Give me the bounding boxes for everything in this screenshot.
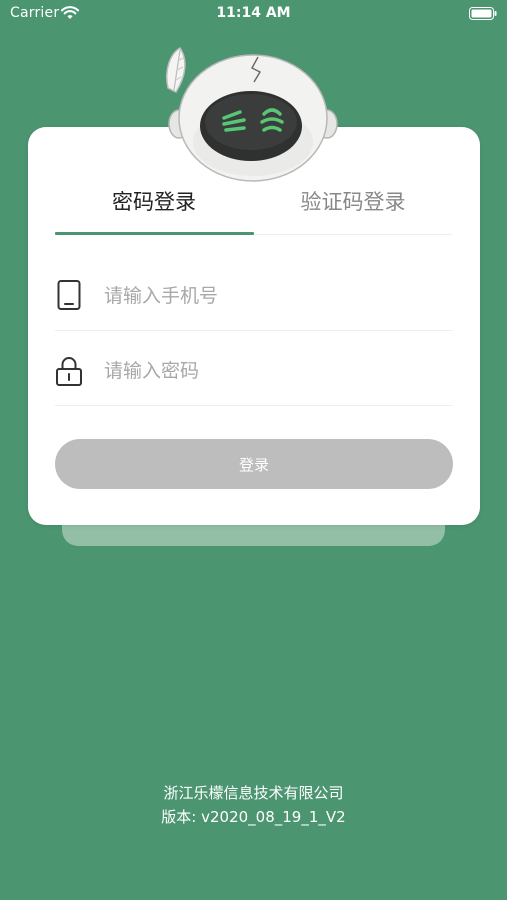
lock-icon bbox=[56, 357, 82, 386]
clock: 11:14 AM bbox=[216, 5, 291, 21]
phone-input[interactable] bbox=[104, 282, 444, 310]
company-name: 浙江乐檬信息技术有限公司 bbox=[163, 784, 344, 802]
version-label: 版本: v2020_08_19_1_V2 bbox=[161, 808, 346, 826]
phone-field bbox=[55, 266, 453, 331]
status-bar: Carrier 11:14 AM bbox=[0, 0, 507, 28]
tab-active-indicator bbox=[55, 232, 254, 235]
phone-icon bbox=[57, 280, 81, 310]
password-field bbox=[55, 341, 453, 406]
login-button[interactable]: 登录 bbox=[55, 439, 453, 489]
tab-code-login[interactable]: 验证码登录 bbox=[253, 186, 453, 216]
tab-password-login[interactable]: 密码登录 bbox=[54, 186, 254, 216]
password-input[interactable] bbox=[104, 357, 444, 385]
robot-mascot-icon bbox=[166, 46, 338, 182]
battery-icon bbox=[469, 7, 497, 20]
